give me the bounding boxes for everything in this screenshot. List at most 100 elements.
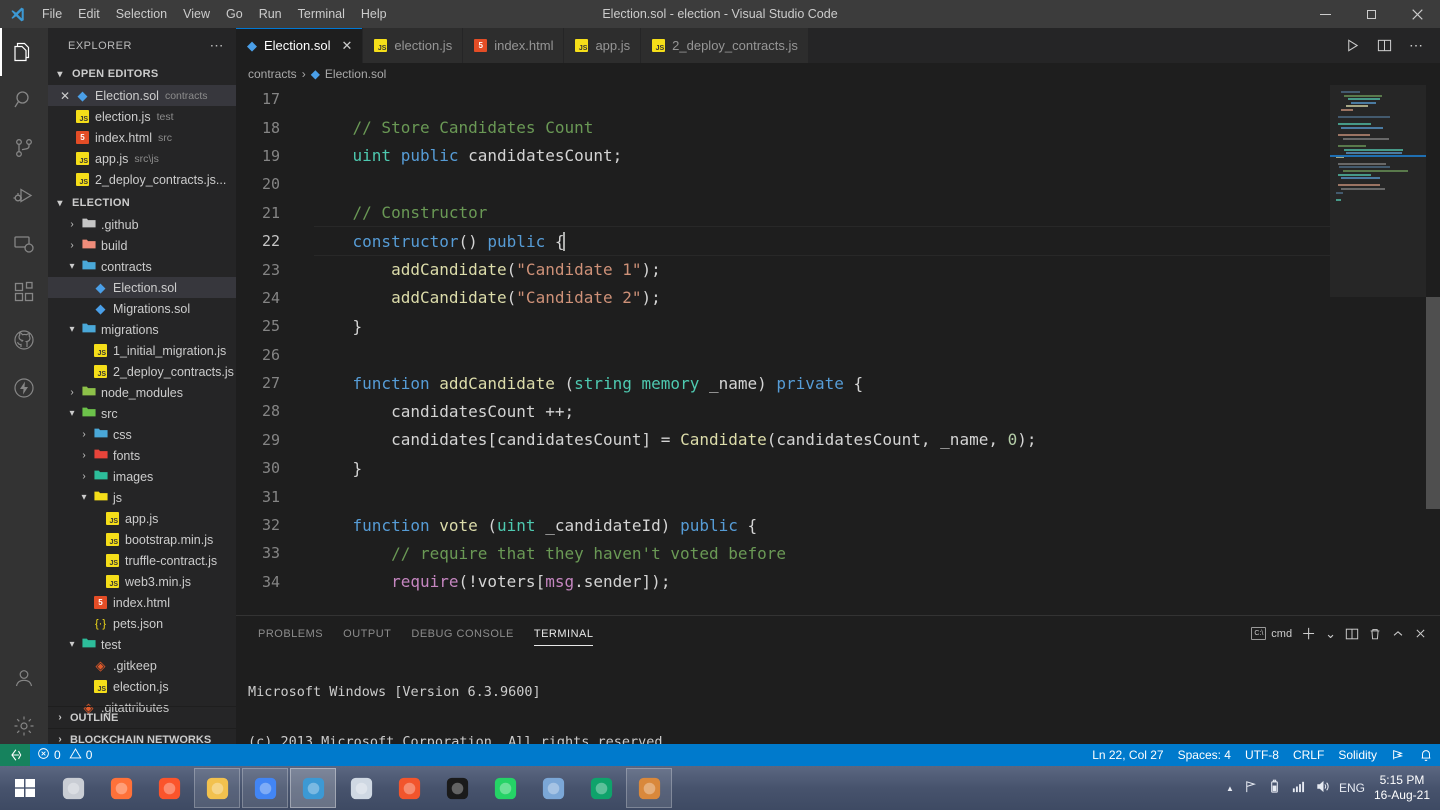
cursor-position[interactable]: Ln 22, Col 27 (1085, 744, 1170, 766)
tab-election-sol[interactable]: ◆ Election.sol ✕ (236, 28, 364, 63)
chevron-down-icon[interactable]: ▾ (64, 639, 80, 650)
encoding-status[interactable]: UTF-8 (1238, 744, 1286, 766)
minimize-button[interactable] (1302, 0, 1348, 28)
clock[interactable]: 5:15 PM 16-Aug-21 (1374, 773, 1430, 803)
tree-item-test[interactable]: ▾ test (48, 634, 236, 655)
kill-terminal-icon[interactable] (1365, 622, 1385, 646)
chevron-down-icon[interactable]: ⌄ (1322, 622, 1339, 646)
tree-item-election-js[interactable]: JS election.js (48, 676, 236, 697)
close-panel-icon[interactable] (1411, 622, 1430, 646)
taskbar-calculator[interactable] (530, 768, 576, 808)
open-editor-election-sol[interactable]: ✕ ◆ Election.sol contracts (48, 85, 236, 106)
open-editors-header[interactable]: ▾ OPEN EDITORS (48, 63, 236, 85)
chevron-right-icon[interactable]: › (64, 240, 80, 251)
code-line-29[interactable]: 29 candidates[candidatesCount] = Candida… (236, 426, 1440, 454)
tree-item--github[interactable]: › .github (48, 214, 236, 235)
tree-item-node-modules[interactable]: › node_modules (48, 382, 236, 403)
tree-item-truffle-contract-js[interactable]: JS truffle-contract.js (48, 550, 236, 571)
menu-go[interactable]: Go (218, 3, 251, 25)
tree-item-index-html[interactable]: 5 index.html (48, 592, 236, 613)
code-editor[interactable]: 17 18 // Store Candidates Count 19 uint pu… (236, 85, 1440, 615)
manage-settings-icon[interactable] (0, 702, 48, 750)
chevron-right-icon[interactable]: › (64, 387, 80, 398)
tree-item-css[interactable]: › css (48, 424, 236, 445)
tree-item-election-sol[interactable]: ◆ Election.sol (48, 277, 236, 298)
tab-2-deploy-contracts-js[interactable]: JS 2_deploy_contracts.js (641, 28, 809, 63)
code-line-27[interactable]: 27 function addCandidate (string memory … (236, 369, 1440, 397)
taskbar-command-prompt[interactable] (434, 768, 480, 808)
tree-item-web3-min-js[interactable]: JS web3.min.js (48, 571, 236, 592)
taskbar-metamask[interactable] (626, 768, 672, 808)
project-header[interactable]: ▾ ELECTION (48, 192, 236, 214)
code-line-25[interactable]: 25 } (236, 312, 1440, 340)
code-line-19[interactable]: 19 uint public candidatesCount; (236, 142, 1440, 170)
minimap[interactable] (1330, 85, 1426, 615)
code-line-34[interactable]: 34 require(!voters[msg.sender]); (236, 568, 1440, 596)
tree-item-migrations-sol[interactable]: ◆ Migrations.sol (48, 298, 236, 319)
show-hidden-icons-icon[interactable]: ▲ (1226, 784, 1234, 793)
open-editor-index-html[interactable]: 5 index.html src (48, 127, 236, 148)
menu-run[interactable]: Run (251, 3, 290, 25)
tree-item-app-js[interactable]: JS app.js (48, 508, 236, 529)
tab-index-html[interactable]: 5 index.html (463, 28, 565, 63)
open-editor-2-deploy-contracts-js[interactable]: JS 2_deploy_contracts.js... (48, 169, 236, 190)
chevron-right-icon[interactable]: › (76, 471, 92, 482)
taskbar-google-chrome[interactable] (242, 768, 288, 808)
battery-icon[interactable] (1267, 779, 1282, 797)
tree-item-src[interactable]: ▾ src (48, 403, 236, 424)
run-code-icon[interactable] (1338, 32, 1366, 60)
network-signal-icon[interactable] (1291, 779, 1306, 797)
code-line-30[interactable]: 30 } (236, 454, 1440, 482)
sidebar-more-actions-icon[interactable]: ⋯ (210, 37, 225, 54)
close-icon[interactable]: ✕ (56, 89, 74, 103)
chevron-down-icon[interactable]: ▾ (64, 261, 80, 272)
code-line-28[interactable]: 28 candidatesCount ++; (236, 397, 1440, 425)
language-indicator[interactable]: ENG (1339, 781, 1365, 795)
new-terminal-icon[interactable]: ＋ (1298, 622, 1319, 646)
remote-window-button[interactable] (0, 744, 30, 766)
chevron-down-icon[interactable]: ▾ (64, 408, 80, 419)
close-icon[interactable]: ✕ (341, 38, 352, 54)
chevron-right-icon[interactable]: › (76, 450, 92, 461)
tab-terminal[interactable]: TERMINAL (524, 616, 604, 651)
code-line-20[interactable]: 20 (236, 170, 1440, 198)
code-line-33[interactable]: 33 // require that they haven't voted be… (236, 539, 1440, 567)
chevron-right-icon[interactable]: › (76, 429, 92, 440)
window-controls[interactable] (1302, 0, 1440, 28)
tab-debug-console[interactable]: DEBUG CONSOLE (401, 616, 523, 651)
split-terminal-icon[interactable] (1342, 622, 1362, 646)
volume-icon[interactable] (1315, 779, 1330, 797)
code-line-23[interactable]: 23 addCandidate("Candidate 1"); (236, 255, 1440, 283)
code-line-31[interactable]: 31 (236, 482, 1440, 510)
taskbar-file-explorer-legacy[interactable] (50, 768, 96, 808)
tree-item-bootstrap-min-js[interactable]: JS bootstrap.min.js (48, 529, 236, 550)
maximize-button[interactable] (1348, 0, 1394, 28)
chevron-right-icon[interactable]: › (64, 219, 80, 230)
more-actions-icon[interactable]: ⋯ (1402, 32, 1430, 60)
taskbar-ganache[interactable] (578, 768, 624, 808)
chevron-down-icon[interactable]: ▾ (64, 324, 80, 335)
tree-item-contracts[interactable]: ▾ contracts (48, 256, 236, 277)
taskbar-paint[interactable] (386, 768, 432, 808)
menu-selection[interactable]: Selection (108, 3, 175, 25)
terminal-shell-badge[interactable]: C:\ cmd (1248, 622, 1295, 646)
open-editor-election-js[interactable]: JS election.js test (48, 106, 236, 127)
search-icon[interactable] (0, 76, 48, 124)
remote-explorer-icon[interactable] (0, 220, 48, 268)
tab-output[interactable]: OUTPUT (333, 616, 401, 651)
taskbar-file-explorer[interactable] (194, 768, 240, 808)
code-line-18[interactable]: 18 // Store Candidates Count (236, 113, 1440, 141)
tree-item-1-initial-migration-js[interactable]: JS 1_initial_migration.js (48, 340, 236, 361)
language-mode-status[interactable]: Solidity (1331, 744, 1384, 766)
eol-status[interactable]: CRLF (1286, 744, 1331, 766)
menu-help[interactable]: Help (353, 3, 395, 25)
taskbar-firefox[interactable] (98, 768, 144, 808)
accounts-icon[interactable] (0, 654, 48, 702)
feedback-icon[interactable] (1384, 744, 1412, 766)
minimap-slider[interactable] (1330, 85, 1426, 297)
code-line-32[interactable]: 32 function vote (uint _candidateId) pub… (236, 511, 1440, 539)
action-center-icon[interactable] (1243, 779, 1258, 797)
tab-app-js[interactable]: JS app.js (564, 28, 642, 63)
taskbar-whatsapp[interactable] (482, 768, 528, 808)
code-line-24[interactable]: 24 addCandidate("Candidate 2"); (236, 284, 1440, 312)
